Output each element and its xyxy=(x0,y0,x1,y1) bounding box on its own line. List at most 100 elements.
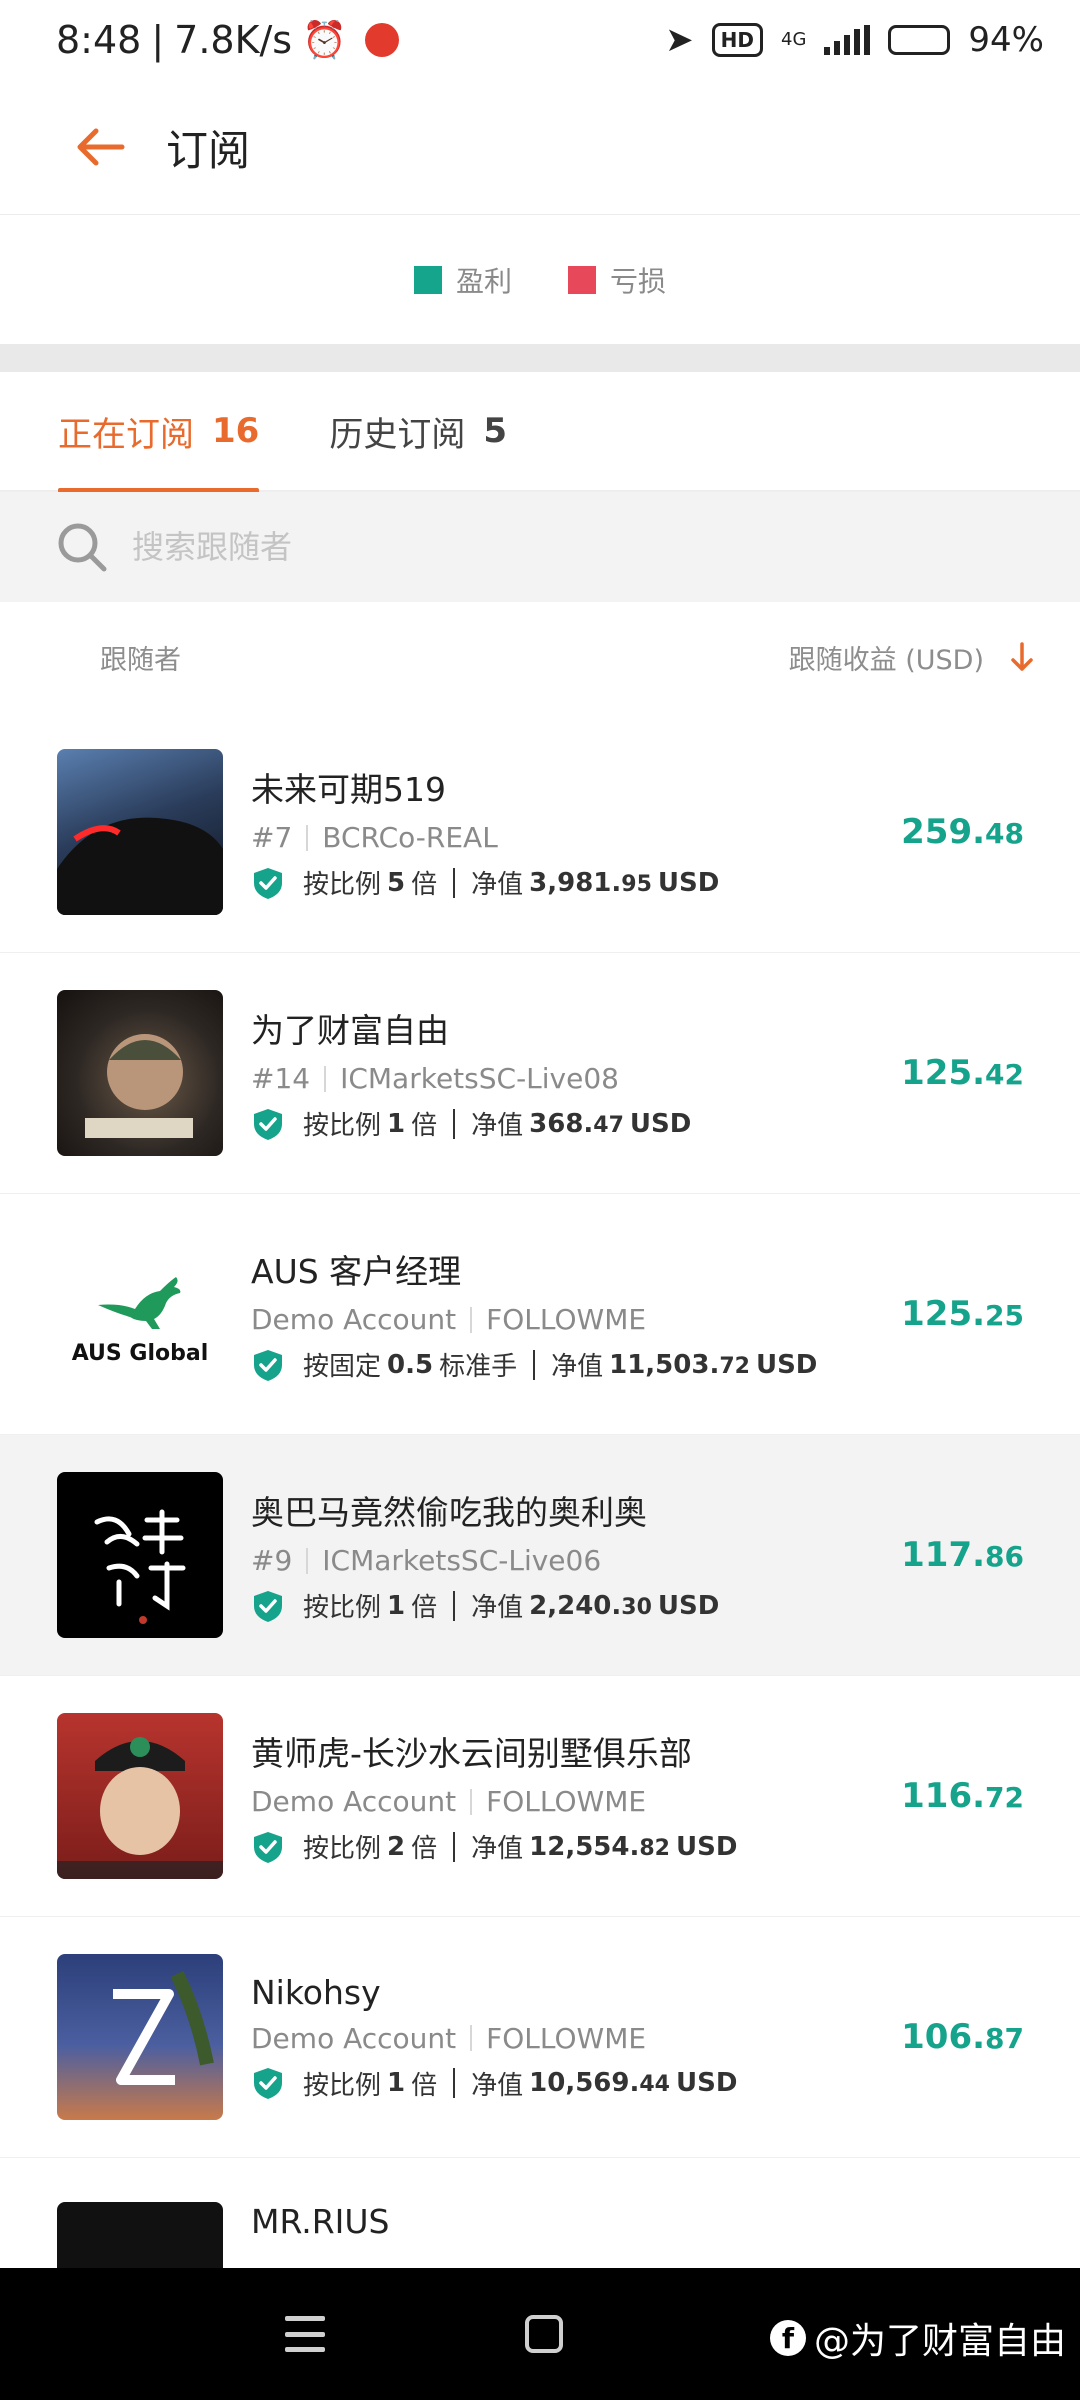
list-item[interactable]: 黄师虎-长沙水云间别墅俱乐部 Demo Account FOLLOWME 按比例… xyxy=(0,1676,1080,1917)
copy-multiplier: 2 xyxy=(387,1831,406,1862)
shield-check-icon xyxy=(254,1108,282,1140)
hd-icon: HD xyxy=(711,23,764,57)
equity-dec: 72 xyxy=(719,1353,750,1379)
follower-detail: 按比例 1 倍 净值 2,240.30 USD xyxy=(251,1587,725,1624)
app-header: 订阅 xyxy=(0,80,1080,215)
legend-profit: 盈利 xyxy=(413,260,512,300)
column-header: 跟随者 跟随收益 (USD) xyxy=(0,602,1080,712)
tab-label: 历史订阅 xyxy=(329,414,466,455)
shield-check-icon xyxy=(254,1590,282,1622)
equity-int: 368. xyxy=(529,1108,594,1139)
back-arrow-icon[interactable] xyxy=(40,87,160,207)
follower-meta: Demo Account FOLLOWME xyxy=(251,1785,743,1818)
shield-check-icon xyxy=(254,1349,282,1381)
follower-meta: Demo Account FOLLOWME xyxy=(251,2022,743,2055)
legend-loss-label: 亏损 xyxy=(610,265,667,298)
legend-loss: 亏损 xyxy=(568,260,666,300)
follower-detail: 按比例 1 倍 净值 10,569.44 USD xyxy=(251,2065,743,2102)
facebook-icon: f xyxy=(769,2320,806,2356)
follower-account: FOLLOWME xyxy=(486,1303,647,1336)
profit-value: 125.25 xyxy=(901,1294,1024,1334)
copy-multiplier: 5 xyxy=(387,867,406,898)
list-item[interactable]: 奥巴马竟然偷吃我的奥利奥 #9 ICMarketsSC-Live06 按比例 1… xyxy=(0,1435,1080,1676)
follower-name: Nikohsy xyxy=(251,1972,381,2012)
equity-dec: 47 xyxy=(593,1112,624,1138)
copy-mode: 按固定 xyxy=(303,1352,382,1382)
equity-currency: USD xyxy=(755,1349,818,1380)
follower-info: 黄师虎-长沙水云间别墅俱乐部 Demo Account FOLLOWME 按比例… xyxy=(251,1727,743,1865)
alarm-icon: ⏰ xyxy=(302,20,347,61)
copy-multiplier: 1 xyxy=(387,2068,406,2098)
avatar xyxy=(57,1713,223,1879)
list-item[interactable]: AUS Global AUS 客户经理 Demo Account FOLLOWM… xyxy=(0,1194,1080,1435)
equity-currency: USD xyxy=(657,1590,720,1621)
network-type: 4G xyxy=(781,29,807,50)
follower-meta: #7 BCRCo-REAL xyxy=(251,821,725,854)
equity-label: 净值 xyxy=(471,2070,524,2101)
avatar xyxy=(57,1954,223,2120)
follower-detail: 按比例 2 倍 净值 12,554.82 USD xyxy=(251,1828,743,1865)
copy-mode: 按比例 xyxy=(303,1111,382,1141)
follower-account: ICMarketsSC-Live08 xyxy=(340,1062,619,1095)
follower-rank: #14 xyxy=(251,1062,311,1095)
follower-rank: Demo Account xyxy=(251,1785,457,1818)
list-item[interactable]: Nikohsy Demo Account FOLLOWME 按比例 1 倍 净值… xyxy=(0,1917,1080,2158)
column-profit-label: 跟随收益 (USD) xyxy=(788,644,984,676)
copy-unit: 倍 xyxy=(411,1593,438,1623)
equity-dec: 30 xyxy=(621,1594,652,1620)
profit-value: 259.48 xyxy=(901,812,1024,852)
follower-info: MR.RIUS xyxy=(251,2202,389,2241)
app-notification-icon xyxy=(364,23,399,57)
list-item[interactable]: 为了财富自由 #14 ICMarketsSC-Live08 按比例 1 倍 净值… xyxy=(0,953,1080,1194)
equity-currency: USD xyxy=(629,1108,692,1139)
home-square-icon[interactable] xyxy=(525,2315,563,2353)
follower-name: 为了财富自由 xyxy=(251,1011,449,1050)
column-profit-sort[interactable]: 跟随收益 (USD) xyxy=(789,638,1034,677)
status-right: ➤ HD 4G 94% xyxy=(665,20,1044,60)
follower-name: 奥巴马竟然偷吃我的奥利奥 xyxy=(251,1493,647,1532)
follower-detail: 按比例 1 倍 净值 368.47 USD xyxy=(251,1105,697,1142)
battery-percent: 94% xyxy=(968,20,1044,60)
copy-multiplier: 1 xyxy=(387,1108,406,1139)
equity-label: 净值 xyxy=(471,870,524,900)
copy-unit: 倍 xyxy=(411,1111,438,1141)
kangaroo-logo-icon xyxy=(98,1276,181,1329)
profit-value: 117.86 xyxy=(901,1535,1024,1575)
watermark: f @为了财富自由 xyxy=(769,2312,1066,2364)
equity-int: 2,240. xyxy=(529,1590,622,1621)
search-input[interactable] xyxy=(132,528,932,566)
follower-info: 未来可期519 #7 BCRCo-REAL 按比例 5 倍 净值 3,981.9… xyxy=(251,763,725,901)
shield-check-icon xyxy=(254,2068,282,2099)
follower-rank: #7 xyxy=(251,821,293,854)
copy-mode: 按比例 xyxy=(303,1593,382,1623)
column-follower: 跟随者 xyxy=(100,644,181,676)
copy-unit: 倍 xyxy=(411,2070,438,2101)
copy-multiplier: 1 xyxy=(387,1590,406,1621)
tab-history-subscriptions[interactable]: 历史订阅 5 xyxy=(329,371,507,491)
tab-label: 正在订阅 xyxy=(58,414,194,455)
follower-rank: Demo Account xyxy=(251,2021,457,2055)
loss-swatch xyxy=(568,266,596,294)
shield-check-icon xyxy=(254,1831,282,1863)
profit-value: 106.87 xyxy=(901,2017,1024,2057)
avatar xyxy=(57,749,223,915)
list-item[interactable]: 未来可期519 #7 BCRCo-REAL 按比例 5 倍 净值 3,981.9… xyxy=(0,712,1080,953)
subscription-tabs: 正在订阅 16 历史订阅 5 xyxy=(0,371,1080,493)
menu-icon[interactable] xyxy=(285,2316,325,2352)
equity-currency: USD xyxy=(657,867,720,898)
copy-unit: 标准手 xyxy=(439,1352,518,1382)
profit-value: 116.72 xyxy=(901,1776,1024,1816)
tab-current-subscriptions[interactable]: 正在订阅 16 xyxy=(58,371,260,493)
equity-currency: USD xyxy=(675,2068,738,2098)
equity-label: 净值 xyxy=(471,1111,524,1141)
follower-name: MR.RIUS xyxy=(251,2202,390,2241)
profit-value: 125.42 xyxy=(901,1053,1024,1093)
section-divider xyxy=(0,344,1080,372)
avatar xyxy=(57,990,223,1156)
status-time: 8:48 xyxy=(56,18,142,62)
legend-profit-label: 盈利 xyxy=(455,265,512,298)
page-title: 订阅 xyxy=(166,125,251,175)
equity-dec: 82 xyxy=(639,1835,670,1861)
follower-info: Nikohsy Demo Account FOLLOWME 按比例 1 倍 净值… xyxy=(251,1973,743,2102)
equity-dec: 44 xyxy=(639,2072,670,2097)
